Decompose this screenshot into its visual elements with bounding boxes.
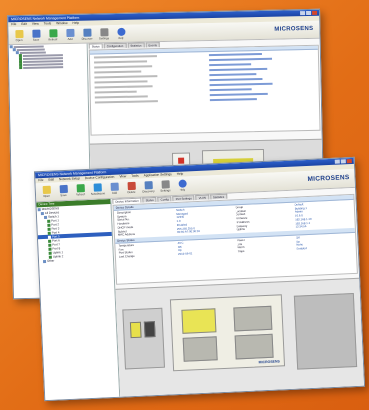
port-icon [47, 223, 51, 227]
tab-statistics[interactable]: Statistics [209, 193, 228, 200]
maximize-icon[interactable] [340, 159, 346, 164]
front-device-tree: MICROSENS All Devices Switch 1 Port 1 Po… [37, 204, 113, 263]
back-discover-label: Discover [81, 36, 93, 41]
add-device-icon [110, 182, 119, 191]
front-delete-label: Delete [127, 189, 136, 195]
maximize-icon[interactable] [306, 10, 312, 16]
front-autodiscover-label: Autodiscover [90, 191, 105, 196]
minimize-icon[interactable] [334, 159, 340, 164]
device-module-main: MICROSENS [169, 294, 286, 372]
front-refresh-button[interactable]: Refresh [74, 184, 88, 197]
back-settings-label: Settings [98, 35, 110, 40]
tree-node-icon [40, 211, 44, 215]
back-info-panel [88, 44, 321, 136]
port-icon [47, 227, 51, 231]
front-brand-logo: MICROSENS [307, 174, 350, 183]
front-main-panel: Device Information Status Config Port Se… [111, 187, 365, 397]
back-brand-logo: MICROSENS [274, 25, 314, 33]
port-block [234, 333, 274, 360]
front-settings-button[interactable]: Settings [159, 180, 173, 193]
back-refresh-label: Refresh [48, 36, 58, 41]
back-tab-statistics[interactable]: Statistics [127, 42, 145, 48]
minimize-icon[interactable] [300, 11, 306, 16]
front-device-view: MICROSENS [115, 277, 365, 397]
device-brand-label: MICROSENS [258, 359, 280, 365]
front-help-label: Help [179, 187, 186, 192]
port-block [181, 308, 217, 334]
port-block [233, 305, 273, 332]
status-led-icon [178, 157, 185, 164]
back-open-button[interactable]: Open [12, 29, 25, 42]
disk-icon [31, 29, 41, 38]
front-sidebar: Device Tree MICROSENS All Devices Switch… [36, 198, 121, 401]
device-module-left [122, 307, 165, 370]
tab-port-settings[interactable]: Port Settings [172, 195, 195, 202]
front-info-panel: Device Details Description Switch Group Def… [112, 193, 358, 285]
port-icon [48, 239, 52, 243]
tree-node-icon [42, 259, 47, 263]
tab-status[interactable]: Status [142, 196, 157, 203]
back-refresh-button[interactable]: Refresh [46, 28, 59, 41]
port-icon [48, 247, 52, 251]
front-discovery-button[interactable]: Discovery [142, 181, 156, 194]
help-icon [116, 27, 126, 36]
back-settings-button[interactable]: Settings [97, 27, 110, 40]
tree-item-label: Uplink 2 [52, 254, 64, 259]
tree-node-icon [37, 207, 41, 211]
tree-item-label: Other [46, 258, 55, 263]
front-save-label: Save [60, 192, 67, 198]
tree-node-icon [43, 215, 48, 219]
front-settings-label: Settings [160, 188, 171, 193]
back-open-label: Open [15, 37, 23, 42]
back-discover-button[interactable]: Discover [80, 28, 93, 40]
tab-vlan[interactable]: VLAN [195, 194, 210, 201]
back-window-controls [300, 10, 318, 16]
gear-icon [99, 27, 109, 36]
tab-device-information[interactable]: Device Information [112, 197, 142, 204]
sfp-port-icon [143, 321, 156, 338]
front-refresh-label: Refresh [75, 192, 86, 197]
add-device-icon [65, 28, 75, 37]
network-icon [82, 28, 92, 37]
port-icon [47, 231, 51, 235]
port-icon [48, 243, 52, 247]
sfp-port-icon [129, 321, 142, 339]
back-save-button[interactable]: Save [29, 29, 42, 41]
port-icon [47, 219, 51, 223]
front-add-button[interactable]: Add [108, 182, 122, 195]
close-icon[interactable] [346, 158, 352, 164]
back-save-label: Save [32, 37, 40, 42]
port-block [182, 336, 218, 362]
close-icon[interactable] [312, 10, 318, 15]
port-icon [47, 235, 51, 239]
back-device-tree [9, 44, 87, 70]
front-open-label: Open [43, 193, 51, 199]
front-open-button[interactable]: Open [40, 185, 54, 199]
back-add-button[interactable]: Add [63, 28, 76, 41]
refresh-icon [48, 28, 58, 37]
device-module-right [293, 293, 358, 370]
front-delete-button[interactable]: Delete [125, 181, 139, 195]
folder-icon [14, 29, 24, 38]
back-window-title: MICROSENS Network Management Platform [11, 15, 80, 22]
back-help-label: Help [118, 35, 124, 40]
tab-config[interactable]: Config [157, 196, 172, 202]
back-add-label: Add [67, 36, 73, 41]
front-window: MICROSENS Network Management Platform Fi… [33, 156, 366, 402]
back-info-grid [90, 50, 319, 106]
front-discovery-label: Discovery [142, 188, 155, 194]
front-save-button[interactable]: Save [57, 184, 71, 198]
front-help-button[interactable]: Help [175, 179, 189, 192]
front-autodiscover-button[interactable]: Autodiscover [90, 183, 105, 196]
back-tab-status[interactable]: Status [88, 43, 103, 49]
back-help-button[interactable]: Help [114, 27, 127, 39]
front-add-label: Add [111, 190, 118, 195]
front-window-controls [334, 158, 352, 164]
back-tree-item[interactable] [9, 65, 87, 70]
back-tab-configuration[interactable]: Configuration [103, 42, 127, 49]
port-icon [48, 251, 52, 255]
back-tab-events[interactable]: Events [145, 42, 161, 48]
